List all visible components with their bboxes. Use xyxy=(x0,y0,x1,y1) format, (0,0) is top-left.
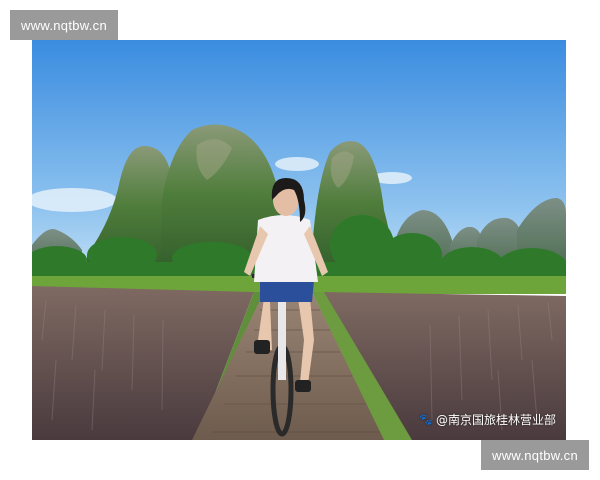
white-t-shirt xyxy=(254,215,318,282)
photo-credit: 🐾 @南京国旅桂林营业部 xyxy=(419,411,556,428)
shorts xyxy=(260,280,314,302)
landscape-photo: 🐾 @南京国旅桂林营业部 xyxy=(32,40,566,440)
watermark-top: www.nqtbw.cn xyxy=(10,10,118,40)
watermark-bottom: www.nqtbw.cn xyxy=(481,440,589,470)
photo-scene xyxy=(32,40,566,440)
photo-credit-text: @南京国旅桂林营业部 xyxy=(435,413,556,427)
paw-icon: 🐾 xyxy=(419,413,433,426)
bicycle-frame xyxy=(278,300,286,380)
